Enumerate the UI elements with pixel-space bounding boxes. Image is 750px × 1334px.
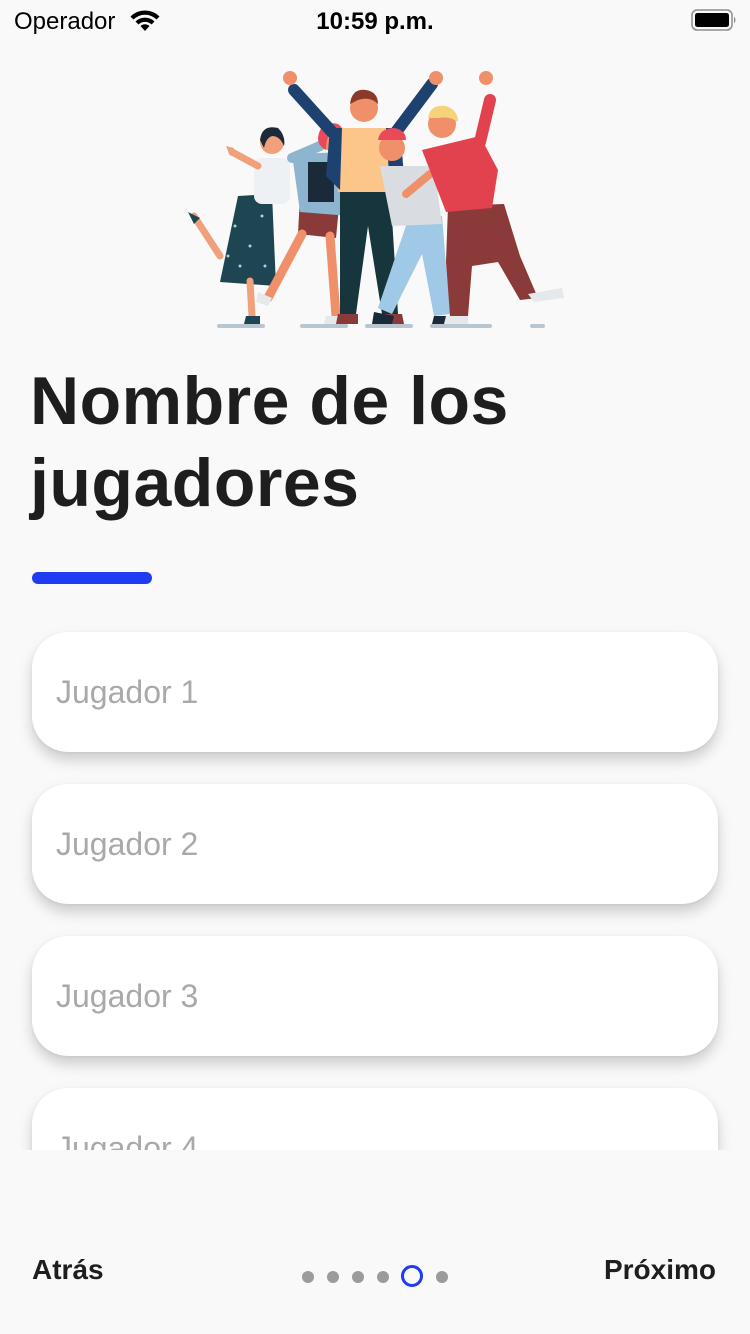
status-time: 10:59 p.m. — [316, 8, 434, 35]
page-dot[interactable] — [436, 1271, 448, 1283]
battery-icon — [691, 9, 736, 31]
page-dot[interactable] — [377, 1271, 389, 1283]
page-dot-active[interactable] — [401, 1265, 423, 1287]
onboarding-footer: Atrás Próximo — [0, 1150, 750, 1334]
back-button[interactable]: Atrás — [32, 1254, 104, 1286]
page-dot[interactable] — [327, 1271, 339, 1283]
next-button[interactable]: Próximo — [604, 1254, 716, 1286]
status-bar: Operador 10:59 p.m. — [0, 0, 750, 42]
player-1-input[interactable] — [32, 632, 718, 752]
title-underline — [32, 572, 152, 584]
player-3-card — [32, 936, 718, 1056]
player-2-card — [32, 784, 718, 904]
player-4-card — [32, 1088, 718, 1150]
friends-illustration — [188, 71, 564, 328]
player-1-card — [32, 632, 718, 752]
player-list[interactable] — [0, 610, 750, 1150]
page-dot[interactable] — [352, 1271, 364, 1283]
player-3-input[interactable] — [32, 936, 718, 1056]
player-4-input[interactable] — [32, 1088, 718, 1150]
page-dot[interactable] — [302, 1271, 314, 1283]
player-2-input[interactable] — [32, 784, 718, 904]
page-title: Nombre de los jugadores — [30, 363, 509, 521]
page-indicator — [300, 1265, 460, 1289]
